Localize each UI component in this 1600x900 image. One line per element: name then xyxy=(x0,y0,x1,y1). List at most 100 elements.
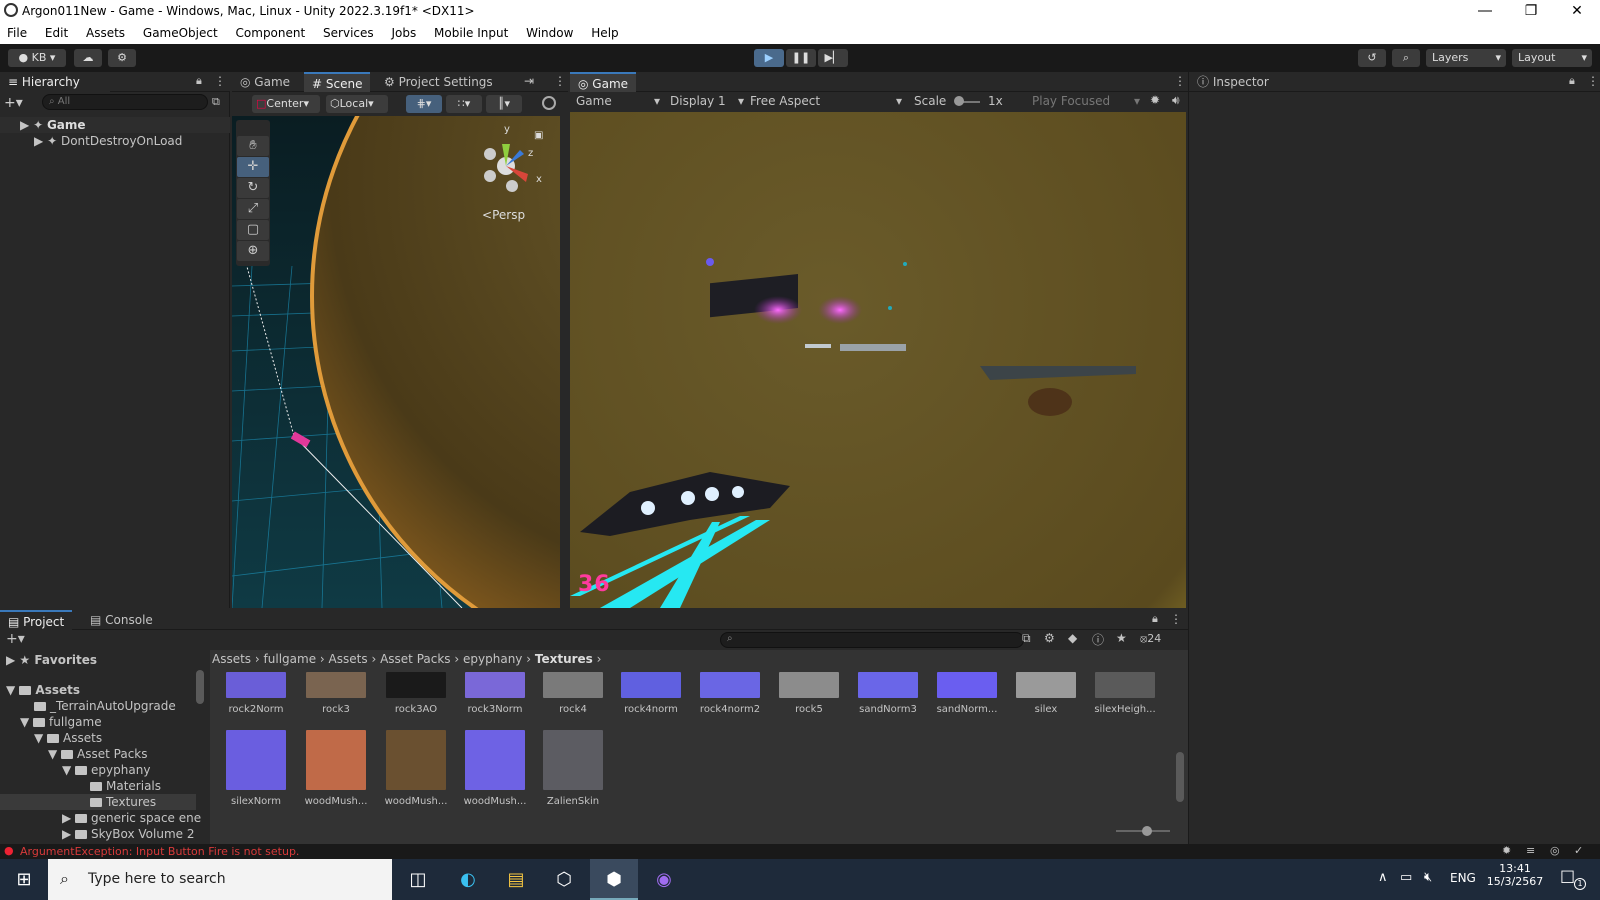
asset-thumbnail[interactable] xyxy=(386,730,446,790)
hierarchy-item-game[interactable]: ▶ ✦ Game xyxy=(0,117,230,133)
clock[interactable]: 13:41 15/3/2567 xyxy=(1480,862,1550,888)
undo-history-icon[interactable]: ↺ xyxy=(1358,49,1386,67)
hidden-packages-button[interactable]: ⦻24 xyxy=(1140,632,1161,646)
github-desktop-icon[interactable]: ◉ xyxy=(640,859,688,900)
tree-assets[interactable]: ▼ Assets xyxy=(6,682,80,698)
volume-muted-icon[interactable]: 🔇︎ xyxy=(1424,870,1432,885)
breadcrumb-item[interactable]: epyphany xyxy=(463,652,522,666)
tree-asset-packs[interactable]: ▼ Asset Packs xyxy=(48,746,148,762)
bug-icon[interactable]: ✹ xyxy=(1150,93,1160,107)
menu-jobs[interactable]: Jobs xyxy=(384,24,423,40)
menu-services[interactable]: Services xyxy=(316,24,381,40)
more-icon[interactable]: ⋮ xyxy=(1170,612,1182,626)
windows-start-icon[interactable]: ⊞ xyxy=(0,859,48,900)
tab-project-settings[interactable]: ⚙ Project Settings xyxy=(376,72,501,92)
play-button[interactable]: ▶ xyxy=(754,49,784,67)
tree-assets-sub[interactable]: ▼ Assets xyxy=(34,730,102,746)
expand-arrow-icon[interactable]: ▶ xyxy=(34,134,43,148)
tag-icon[interactable]: ◆ xyxy=(1068,631,1077,645)
add-icon[interactable]: +▾ xyxy=(6,631,25,647)
lock-icon[interactable]: 🔒︎ xyxy=(1152,612,1158,626)
asset-thumbnail[interactable] xyxy=(543,672,603,698)
tab-inspector[interactable]: ⓘ Inspector xyxy=(1189,72,1277,92)
shading-mode-icon[interactable] xyxy=(542,96,556,110)
tab-console[interactable]: ▤ Console xyxy=(82,610,161,630)
more-icon[interactable]: ⋮ xyxy=(1587,74,1599,88)
asset-thumbnail[interactable] xyxy=(226,730,286,790)
network-icon[interactable]: ▭ xyxy=(1400,870,1412,885)
play-focused-dropdown[interactable]: Play Focused ▾ xyxy=(1032,94,1140,108)
asset-thumbnail[interactable] xyxy=(226,672,286,698)
breadcrumb-item[interactable]: fullgame xyxy=(264,652,317,666)
tree-fullgame[interactable]: ▼ fullgame xyxy=(20,714,102,730)
audio-icon[interactable]: 🔊︎ xyxy=(1172,93,1180,108)
scrollbar-thumb[interactable] xyxy=(1176,752,1184,802)
project-search-input[interactable]: ⌕ xyxy=(720,632,1024,648)
asset-thumbnail[interactable] xyxy=(465,672,525,698)
log-type-icon[interactable]: ⓘ xyxy=(1092,631,1104,648)
layout-dropdown[interactable]: Layout ▾ xyxy=(1512,49,1592,67)
check-icon[interactable]: ✓ xyxy=(1574,844,1583,857)
persp-toggle[interactable]: <Persp xyxy=(482,208,525,222)
asset-thumbnail[interactable] xyxy=(306,730,366,790)
tab-project[interactable]: ▤ Project xyxy=(0,610,73,630)
tray-chevron-up-icon[interactable]: ∧ xyxy=(1378,870,1388,885)
menu-mobile-input[interactable]: Mobile Input xyxy=(427,24,515,40)
scale-slider-handle[interactable] xyxy=(954,96,964,106)
breadcrumb-item[interactable]: Asset Packs xyxy=(380,652,450,666)
breadcrumb-current[interactable]: Textures xyxy=(535,652,593,666)
game-mode-dropdown[interactable]: Game ▾ xyxy=(576,94,660,108)
thumbnail-size-handle[interactable] xyxy=(1142,826,1152,836)
asset-thumbnail[interactable] xyxy=(543,730,603,790)
asset-thumbnail[interactable] xyxy=(621,672,681,698)
snap-increment-button[interactable]: ∷▾ xyxy=(446,95,482,113)
scene-gizmo[interactable]: y z x ▣ xyxy=(476,124,546,194)
tree-materials[interactable]: Materials xyxy=(90,778,161,794)
scene-view[interactable]: y z x ▣ <Persp xyxy=(232,116,560,608)
asset-thumbnail[interactable] xyxy=(465,730,525,790)
asset-thumbnail[interactable] xyxy=(858,672,918,698)
tree-textures[interactable]: Textures xyxy=(0,794,196,810)
expand-arrow-icon[interactable]: ▶ xyxy=(20,118,29,132)
favorite-star-icon[interactable]: ★ xyxy=(1116,631,1127,645)
more-icon[interactable]: ⋮ xyxy=(214,74,226,88)
pivot-dropdown[interactable]: □Center▾ xyxy=(252,95,320,113)
tree-skybox[interactable]: ▶ SkyBox Volume 2 xyxy=(62,826,195,842)
ruler-button[interactable]: ║▾ xyxy=(486,95,522,113)
menu-window[interactable]: Window xyxy=(519,24,580,40)
cloud-icon[interactable]: ☁ xyxy=(74,49,102,67)
hierarchy-item-dontdestroyonload[interactable]: ▶ ✦ DontDestroyOnLoad xyxy=(0,133,230,149)
minimize-icon[interactable]: ― xyxy=(1462,0,1508,24)
stack-icon[interactable]: ≡ xyxy=(1526,844,1535,857)
tab-hierarchy[interactable]: ≡ Hierarchy xyxy=(0,72,110,92)
lock-icon[interactable]: 🔒︎ xyxy=(196,74,202,88)
language-indicator[interactable]: ENG xyxy=(1450,871,1476,885)
search-by-type-icon[interactable]: ⧉ xyxy=(1022,631,1031,646)
rect-tool-icon[interactable]: ▢ xyxy=(237,220,269,240)
taskbar-search-input[interactable]: ⌕ Type here to search xyxy=(48,859,392,900)
scale-tool-icon[interactable]: ⤢ xyxy=(237,199,269,219)
notification-icon[interactable]: □ xyxy=(1560,866,1575,885)
menu-component[interactable]: Component xyxy=(229,24,313,40)
tree-favorites[interactable]: ▶ ★ Favorites xyxy=(6,652,97,668)
restore-icon[interactable]: ❐ xyxy=(1508,0,1554,24)
lock-icon[interactable]: ▣ xyxy=(534,130,543,141)
tree-terrainautoupgrade[interactable]: _TerrainAutoUpgrade xyxy=(34,698,176,714)
unity-editor-icon[interactable]: ⬢ xyxy=(590,859,638,900)
hierarchy-search-input[interactable]: ⌕ All xyxy=(42,94,208,110)
asset-scrollbar[interactable] xyxy=(1176,672,1184,822)
asset-thumbnail[interactable] xyxy=(1095,672,1155,698)
account-button[interactable]: ● KB ▾ xyxy=(8,49,66,67)
menu-help[interactable]: Help xyxy=(584,24,625,40)
asset-thumbnail[interactable] xyxy=(1016,672,1076,698)
breadcrumb-item[interactable]: Assets xyxy=(212,652,251,666)
asset-thumbnail[interactable] xyxy=(700,672,760,698)
tab-game-2[interactable]: ◎ Game xyxy=(232,72,298,92)
more-icon[interactable]: ⋮ xyxy=(554,74,566,88)
lock-icon[interactable]: 🔒︎ xyxy=(1569,74,1575,88)
menu-assets[interactable]: Assets xyxy=(79,24,132,40)
game-view[interactable]: 36 xyxy=(570,112,1186,608)
asset-thumbnail[interactable] xyxy=(306,672,366,698)
asset-thumbnail[interactable] xyxy=(937,672,997,698)
tree-scrollbar[interactable] xyxy=(196,670,204,704)
